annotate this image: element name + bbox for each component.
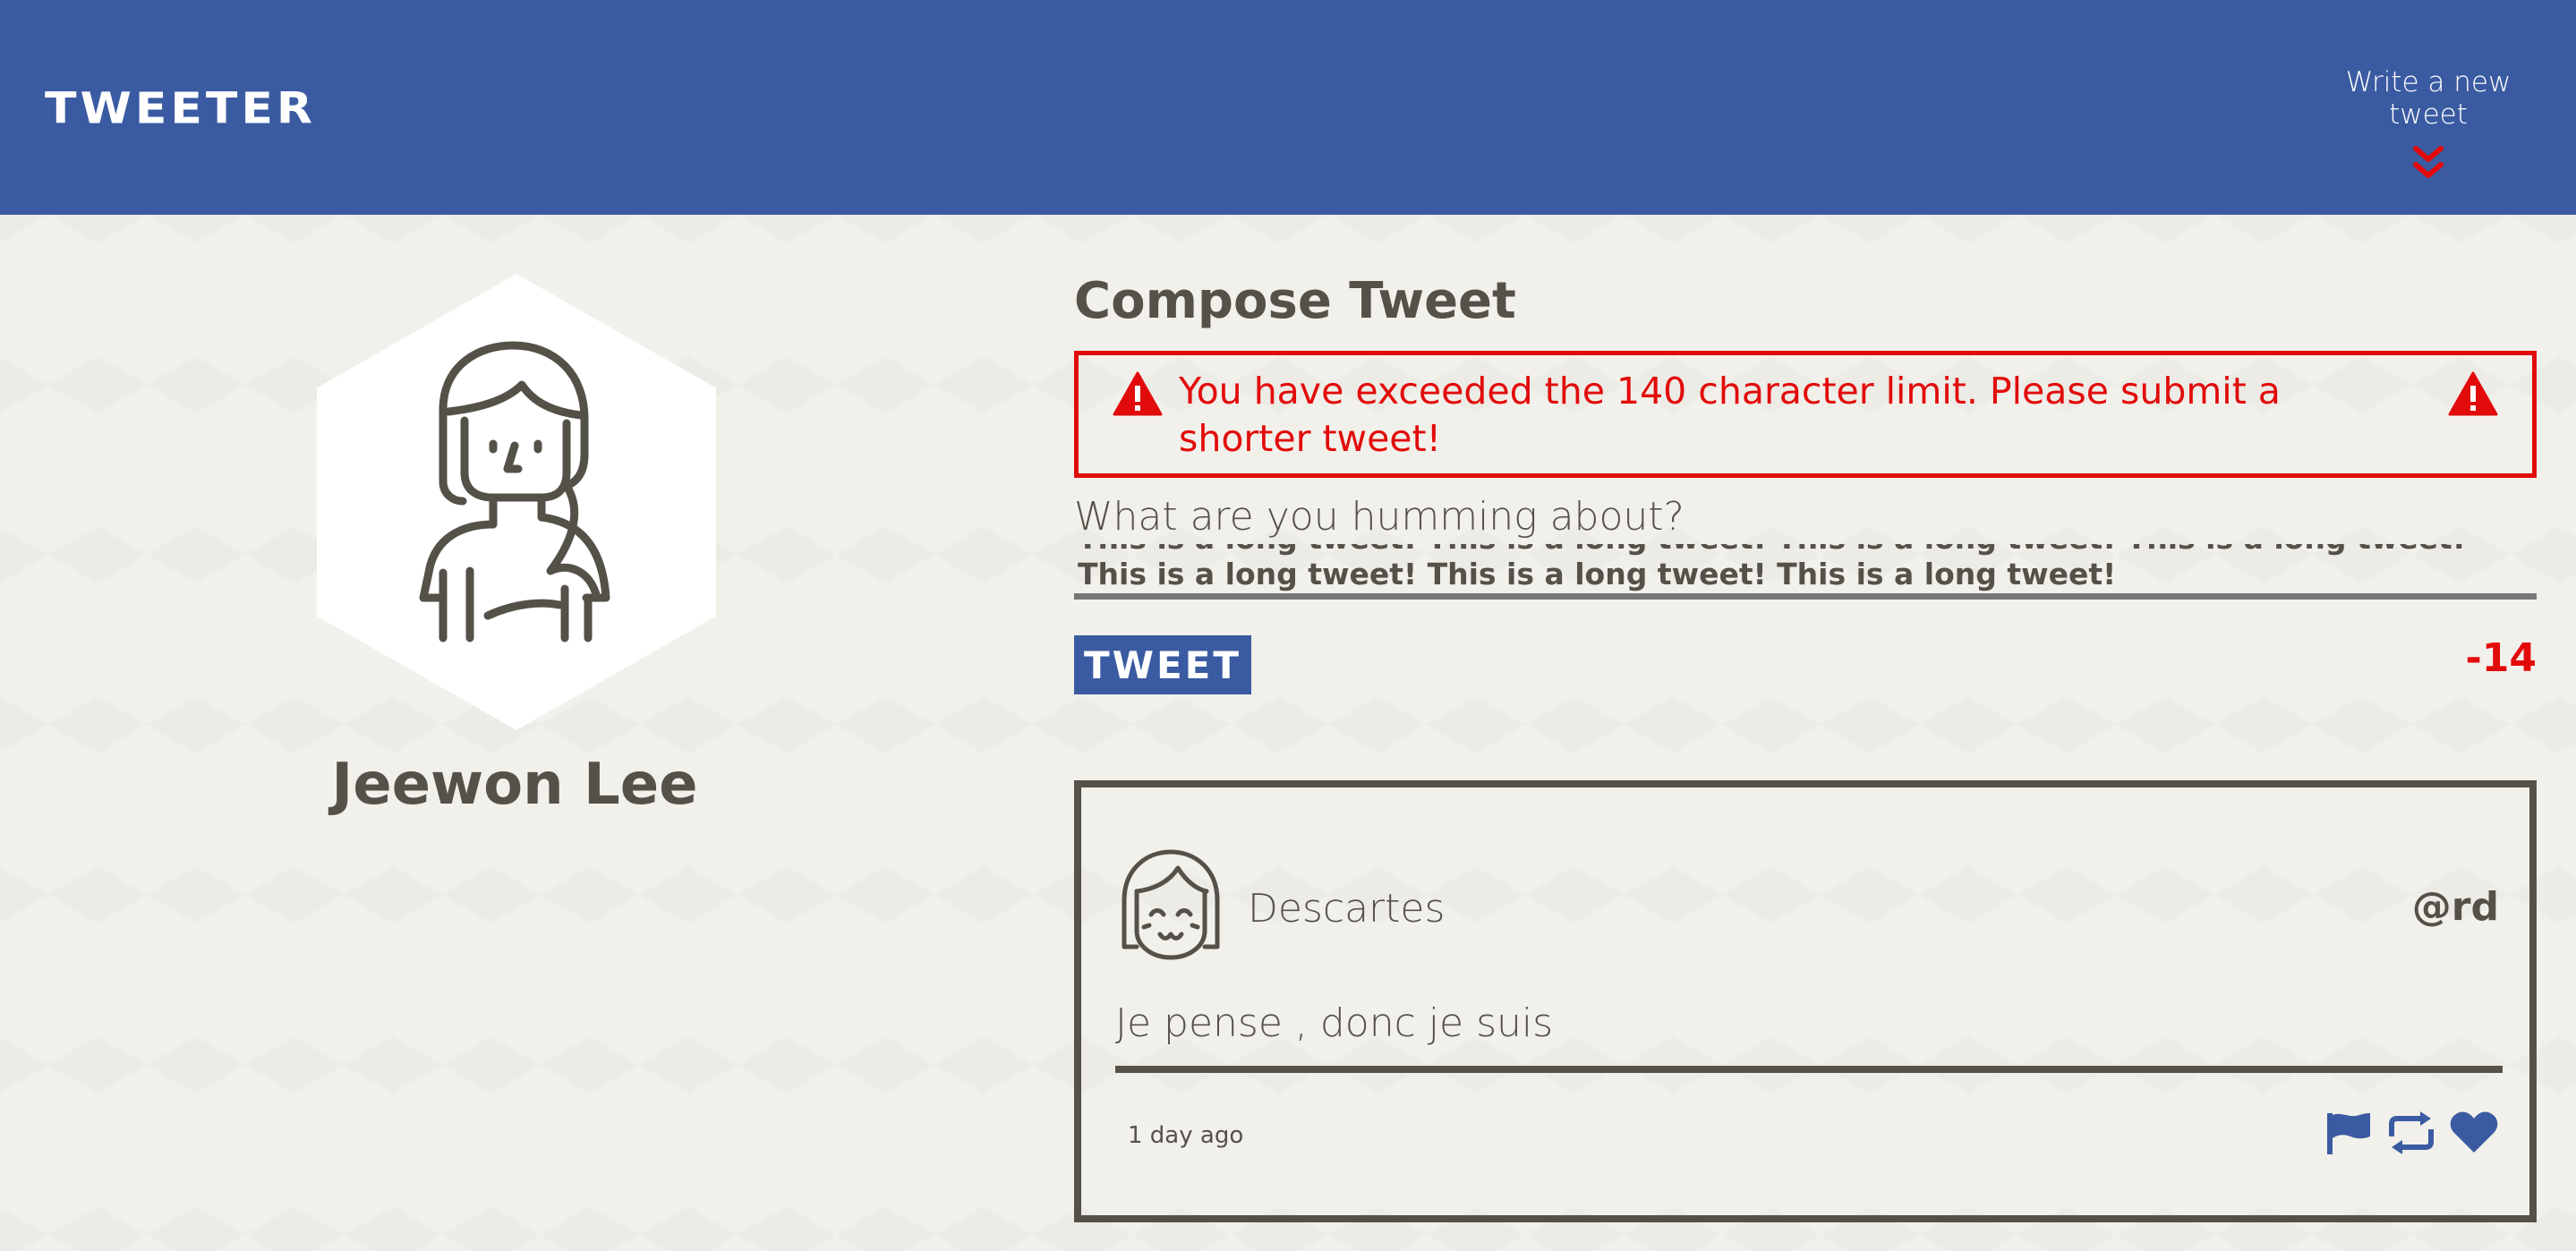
retweet-icon[interactable] [2386,1110,2436,1156]
tweet-textarea[interactable]: This is a long tweet! This is a long twe… [1074,544,2537,600]
tweet-prompt-label: What are you humming about? [1074,494,1685,540]
warning-triangle-icon [1113,371,1163,416]
character-limit-error: You have exceeded the 140 character limi… [1074,351,2537,478]
tweet-author-avatar-icon [1122,849,1220,960]
compose-title: Compose Tweet [1074,272,1516,330]
warning-triangle-icon [2448,371,2498,416]
tweet-submit-button[interactable]: TWEET [1074,635,1251,694]
tweet-author-name: Descartes [1248,886,1446,932]
tweet-timestamp: 1 day ago [1128,1122,1244,1149]
brand-logo: TWEETER [45,84,316,134]
user-avatar-icon [419,341,610,643]
tweet-author-handle: @rd [2411,884,2499,930]
tweet-card: Descartes @rd Je pense , donc je suis 1 … [1074,780,2537,1222]
flag-icon[interactable] [2324,1110,2374,1156]
tweet-content: Je pense , donc je suis [1115,1000,2503,1073]
write-new-tweet-label: Write a new tweet [2345,66,2512,131]
error-message: You have exceeded the 140 character limi… [1179,370,2281,460]
write-new-tweet-toggle[interactable]: Write a new tweet [2321,66,2536,183]
top-nav: TWEETER Write a new tweet [0,0,2576,215]
profile-panel: Jeewon Lee [0,215,1029,1251]
character-counter: -14 [2465,635,2538,681]
tweet-actions [2324,1110,2499,1156]
heart-icon[interactable] [2449,1110,2499,1156]
tweet-textarea-value: This is a long tweet! This is a long twe… [1078,544,2466,591]
profile-name: Jeewon Lee [331,752,698,818]
double-chevron-down-icon[interactable] [2410,143,2446,183]
